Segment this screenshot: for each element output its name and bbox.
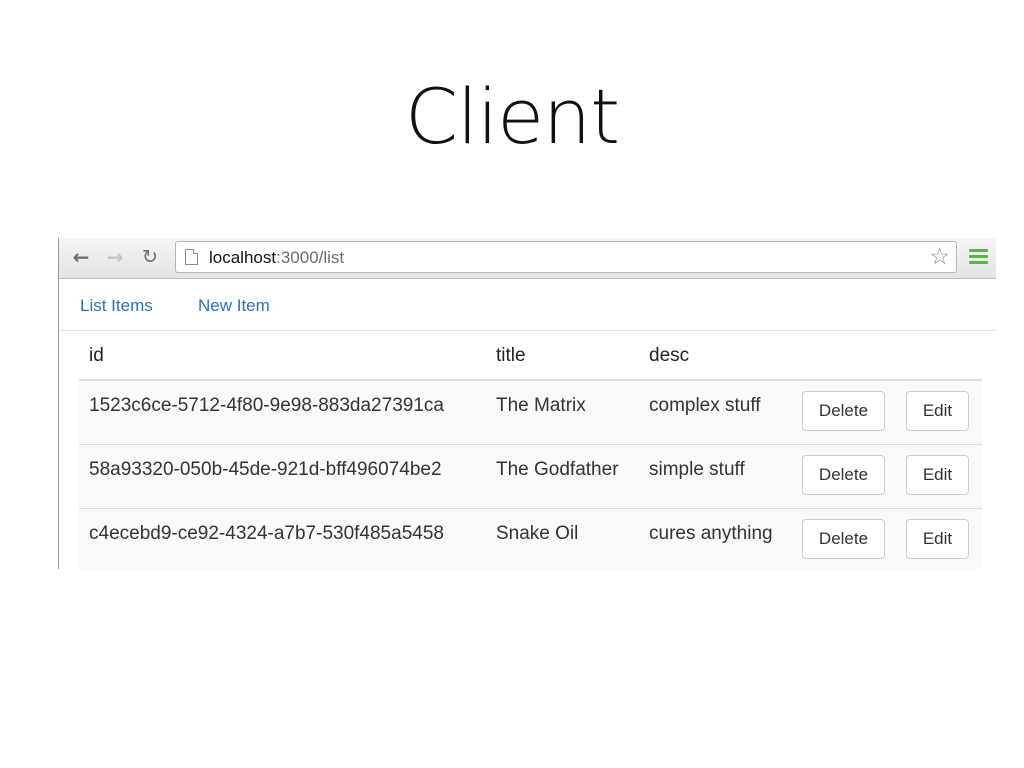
nav-link-new-item[interactable]: New Item [198, 296, 270, 316]
items-table: id title desc 1523c6ce-5712-4f80-9e98-88… [79, 331, 982, 569]
cell-desc: simple stuff [649, 459, 745, 480]
menu-icon[interactable] [969, 249, 988, 265]
delete-button[interactable]: Delete [802, 391, 885, 431]
table-row: 58a93320-050b-45de-921d-bff496074be2 The… [79, 445, 982, 509]
delete-button[interactable]: Delete [802, 519, 885, 559]
cell-title: The Matrix [496, 395, 586, 416]
browser-window: ← → ↻ localhost:3000/list ☆ List Items N… [58, 238, 996, 569]
header-id: id [89, 345, 104, 366]
nav-link-list-items[interactable]: List Items [80, 296, 153, 316]
page-icon [185, 249, 198, 265]
cell-title: Snake Oil [496, 523, 579, 544]
cell-desc: complex stuff [649, 395, 761, 416]
table-row: c4ecebd9-ce92-4324-a7b7-530f485a5458 Sna… [79, 509, 982, 569]
reload-icon[interactable]: ↻ [138, 246, 162, 268]
slide-title: Client [404, 72, 620, 161]
url-path: :3000/list [276, 248, 345, 267]
edit-button[interactable]: Edit [906, 391, 969, 431]
cell-id: 58a93320-050b-45de-921d-bff496074be2 [89, 459, 442, 480]
star-icon[interactable]: ☆ [929, 244, 950, 270]
back-arrow-icon[interactable]: ← [69, 246, 93, 268]
url-text[interactable]: localhost:3000/list [209, 248, 344, 268]
header-desc: desc [649, 345, 690, 366]
header-title: title [496, 345, 526, 366]
table-header: id title desc [79, 331, 982, 381]
cell-id: c4ecebd9-ce92-4324-a7b7-530f485a5458 [89, 523, 444, 544]
forward-arrow-icon[interactable]: → [103, 246, 127, 268]
url-host: localhost [209, 248, 277, 267]
cell-desc: cures anything [649, 523, 773, 544]
table-row: 1523c6ce-5712-4f80-9e98-883da27391ca The… [79, 381, 982, 445]
cell-id: 1523c6ce-5712-4f80-9e98-883da27391ca [89, 395, 444, 416]
app-navbar: List Items New Item [59, 279, 996, 331]
address-bar[interactable]: localhost:3000/list ☆ [175, 241, 957, 273]
browser-toolbar: ← → ↻ localhost:3000/list ☆ [59, 238, 996, 279]
delete-button[interactable]: Delete [802, 455, 885, 495]
edit-button[interactable]: Edit [906, 519, 969, 559]
edit-button[interactable]: Edit [906, 455, 969, 495]
cell-title: The Godfather [496, 459, 619, 480]
